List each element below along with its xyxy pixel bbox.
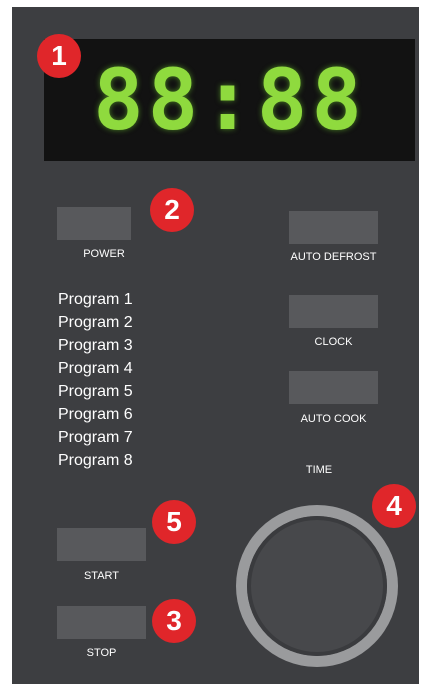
callout-badge-stop: 3 xyxy=(152,599,196,643)
start-button[interactable] xyxy=(57,528,146,561)
time-dial-knob[interactable] xyxy=(247,516,387,656)
program-item[interactable]: Program 6 xyxy=(58,403,133,426)
auto-defrost-label: AUTO DEFROST xyxy=(290,251,377,263)
program-item[interactable]: Program 3 xyxy=(58,334,133,357)
power-label: POWER xyxy=(83,248,125,260)
program-list: Program 1 Program 2 Program 3 Program 4 … xyxy=(58,288,133,472)
power-button[interactable] xyxy=(57,207,131,240)
start-label: START xyxy=(83,570,120,582)
time-dial[interactable] xyxy=(236,505,398,667)
program-item[interactable]: Program 4 xyxy=(58,357,133,380)
callout-badge-time-dial: 4 xyxy=(372,484,416,528)
stop-button[interactable] xyxy=(57,606,146,639)
auto-defrost-button[interactable] xyxy=(289,211,378,244)
callout-badge-start: 5 xyxy=(152,500,196,544)
clock-label: CLOCK xyxy=(314,336,353,348)
program-item[interactable]: Program 8 xyxy=(58,449,133,472)
time-label: TIME xyxy=(305,464,333,476)
program-item[interactable]: Program 5 xyxy=(58,380,133,403)
display-time: 88:88 xyxy=(93,51,366,149)
auto-cook-button[interactable] xyxy=(289,371,378,404)
callout-badge-display: 1 xyxy=(37,34,81,78)
stop-label: STOP xyxy=(86,647,117,659)
program-item[interactable]: Program 2 xyxy=(58,311,133,334)
program-item[interactable]: Program 1 xyxy=(58,288,133,311)
clock-button[interactable] xyxy=(289,295,378,328)
auto-cook-label: AUTO COOK xyxy=(300,413,367,425)
digital-display: 88:88 xyxy=(44,39,415,161)
callout-badge-power: 2 xyxy=(150,188,194,232)
program-item[interactable]: Program 7 xyxy=(58,426,133,449)
